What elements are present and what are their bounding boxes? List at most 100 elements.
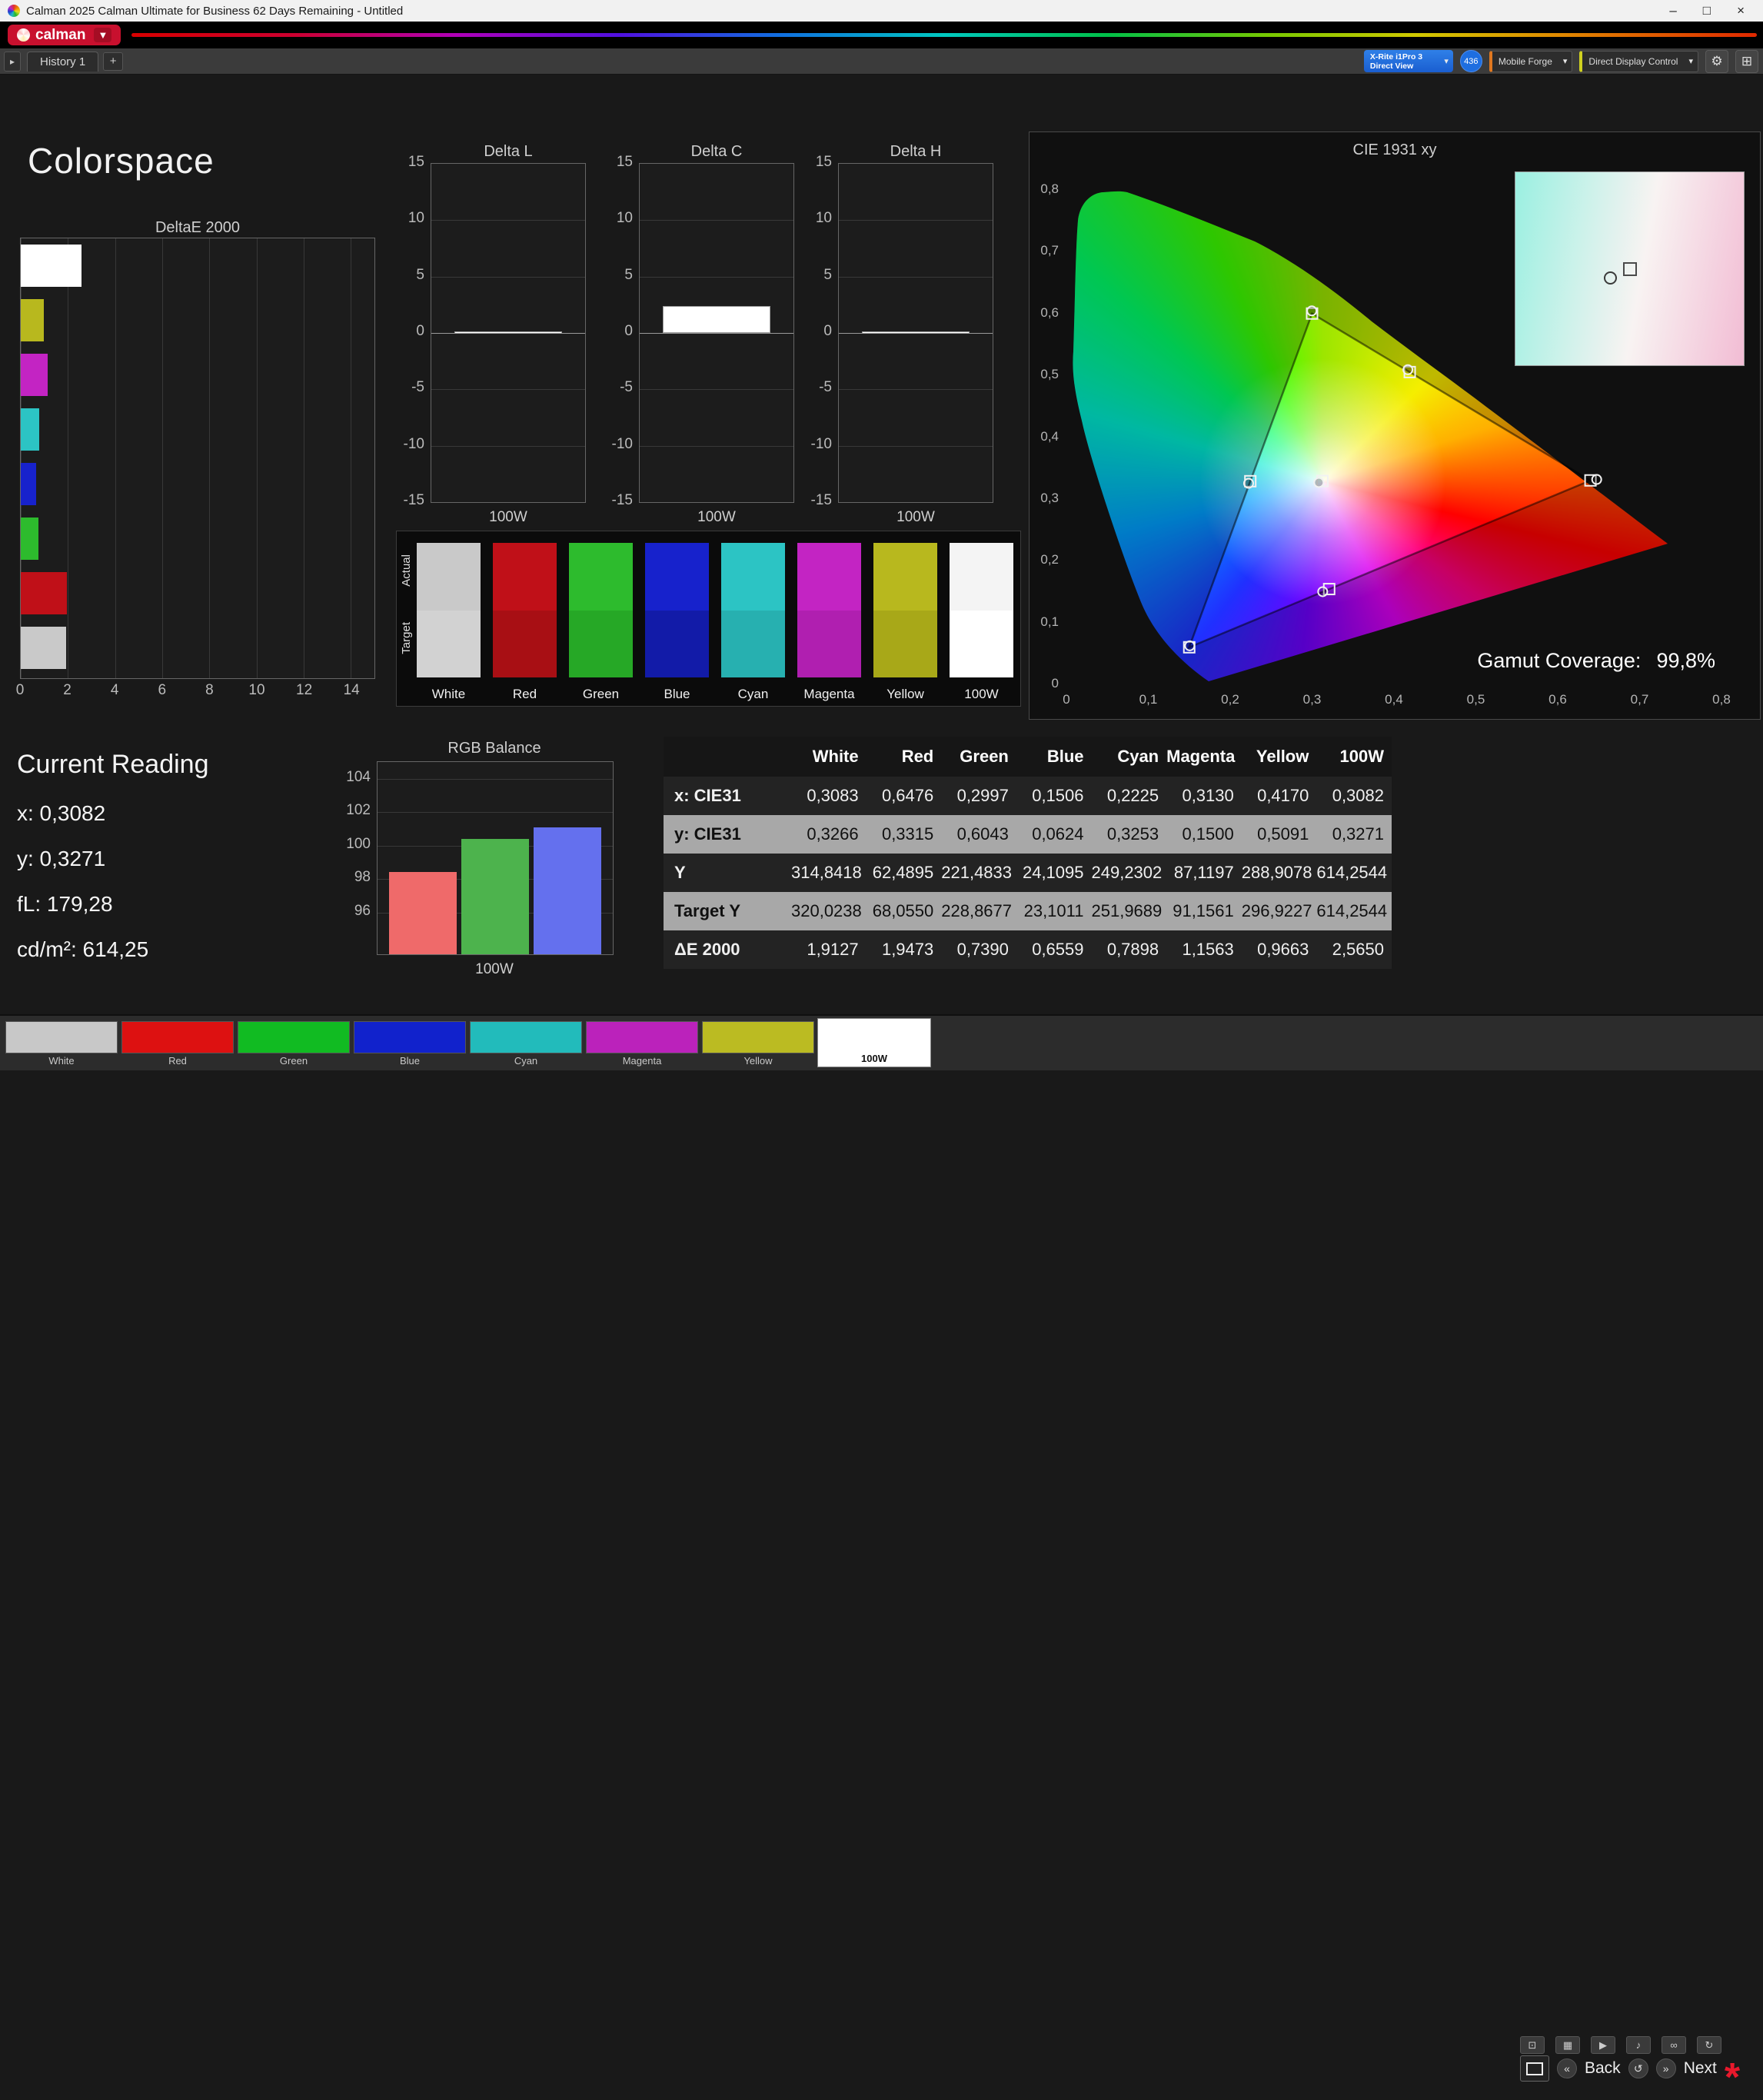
tab-history-1[interactable]: History 1	[27, 51, 99, 72]
pattern-button-100w[interactable]: 100W	[818, 1019, 930, 1067]
axis-tick-label: 4	[110, 682, 119, 698]
refresh-icon[interactable]: ↻	[1697, 2036, 1721, 2054]
meter-button[interactable]: X-Rite i1Pro 3 Direct View ▾	[1363, 50, 1453, 72]
gamut-coverage-label: Gamut Coverage:	[1477, 649, 1642, 672]
logo-dropdown-icon[interactable]: ▼	[94, 28, 112, 42]
axis-tick-label: 0,1	[1040, 614, 1059, 629]
current-reading: Current Reading x: 0,3082 y: 0,3271 fL: 17…	[17, 750, 208, 983]
table-cell: 314,8418	[791, 863, 862, 882]
next-button[interactable]: Next	[1684, 2059, 1717, 2078]
pattern-button-yellow[interactable]: Yellow	[702, 1021, 814, 1069]
gridline	[431, 276, 585, 278]
table-cell: 0,5091	[1257, 824, 1309, 844]
swatch-target	[873, 611, 937, 677]
rgb-bar-green	[461, 839, 529, 954]
pattern-source-button[interactable]: Mobile Forge ▾	[1489, 50, 1573, 72]
swatch-blue: Blue	[645, 543, 709, 702]
axis-tick-label: -15	[810, 492, 832, 508]
pattern-grid-icon[interactable]: ▦	[1555, 2036, 1580, 2054]
audio-icon[interactable]: ♪	[1626, 2036, 1651, 2054]
swatch-label: Cyan	[737, 687, 769, 701]
loop-icon[interactable]: ↺	[1628, 2058, 1648, 2078]
axis-tick-label: -10	[810, 435, 832, 452]
spectrum-strip	[131, 33, 1757, 37]
maximize-button[interactable]: □	[1703, 0, 1711, 22]
pattern-swatch	[121, 1021, 234, 1053]
axis-tick-label: 15	[815, 154, 832, 170]
tab-scroll-button[interactable]: ▸	[4, 51, 21, 72]
swatch-target	[417, 611, 481, 677]
deltae-bar-magenta	[21, 354, 48, 396]
pattern-button-label: 100W	[861, 1053, 887, 1064]
pattern-button-blue[interactable]: Blue	[354, 1021, 466, 1069]
column-header: Yellow	[1241, 737, 1317, 777]
pattern-swatch	[818, 1019, 930, 1051]
measurement-table: White Red Green Blue Cyan Magenta Yellow 100W x…	[664, 737, 1392, 969]
swatch-label: Blue	[664, 687, 690, 701]
forward-icon[interactable]: »	[1655, 2058, 1676, 2078]
axis-tick-label: 0,4	[1385, 692, 1403, 707]
swatch-actual	[417, 543, 481, 611]
actual-row-label: Actual	[400, 554, 413, 587]
pattern-button-cyan[interactable]: Cyan	[470, 1021, 582, 1069]
gridline	[839, 389, 993, 391]
link-icon[interactable]: ∞	[1662, 2036, 1686, 2054]
table-cell: 288,9078	[1241, 863, 1312, 882]
pattern-button-label: White	[48, 1055, 75, 1067]
axis-tick-label: 0,6	[1040, 305, 1059, 320]
display-control-button[interactable]: Direct Display Control ▾	[1579, 50, 1698, 72]
play-icon[interactable]: ▶	[1591, 2036, 1615, 2054]
minimize-button[interactable]: –	[1669, 0, 1676, 22]
pattern-button-green[interactable]: Green	[238, 1021, 350, 1069]
table-cell: 614,2544	[1316, 863, 1388, 882]
calman-logo-button[interactable]: calman ▼	[8, 25, 121, 45]
gridline	[115, 238, 116, 678]
rgb-balance-chart: RGB Balance 104 102 100 98 96 100W	[332, 740, 618, 978]
window-titlebar: Calman 2025 Calman Ultimate for Business…	[0, 0, 1763, 22]
column-header: White	[791, 737, 867, 777]
reading-value: x: 0,3082	[17, 801, 106, 825]
axis-tick-label: 0	[1063, 692, 1070, 707]
chevron-down-icon[interactable]: ▾	[1684, 56, 1698, 66]
axis-tick-label: 0,4	[1040, 428, 1059, 444]
swatch-white: White	[417, 543, 481, 702]
pattern-button-magenta[interactable]: Magenta	[586, 1021, 698, 1069]
gridline	[431, 445, 585, 447]
chevron-down-icon[interactable]: ▾	[1439, 56, 1453, 66]
chevron-down-icon[interactable]: ▾	[1558, 56, 1572, 66]
deltae-bar-white	[21, 627, 66, 669]
axis-tick-label: 10	[616, 210, 633, 227]
y-axis: 15 10 5 0 -5 -10 -15	[790, 154, 838, 508]
back-icon[interactable]: «	[1557, 2058, 1577, 2078]
axis-tick-label: 0,6	[1548, 692, 1567, 707]
table-cell: 0,3266	[807, 824, 859, 844]
layout-grid-icon[interactable]: ⊞	[1735, 49, 1758, 73]
gear-icon[interactable]: ⚙	[1705, 49, 1728, 73]
chart-title: Delta C	[690, 143, 743, 160]
axis-tick-label: 14	[343, 682, 360, 698]
add-tab-button[interactable]: +	[103, 52, 124, 71]
gridline	[640, 276, 793, 278]
axis-tick-label: 6	[158, 682, 167, 698]
table-row: Y 314,8418 62,4895 221,4833 24,1095 249,2302 8…	[664, 854, 1392, 892]
table-cell: 23,1011	[1023, 901, 1084, 920]
display-icon[interactable]: ⊡	[1520, 2036, 1545, 2054]
table-cell: 1,1563	[1182, 940, 1234, 959]
cie-y-axis: 0,8 0,7 0,6 0,5 0,4 0,3 0,2 0,1 0	[1030, 167, 1062, 691]
axis-tick-label: 0	[823, 323, 832, 339]
swatch-actual	[645, 543, 709, 611]
table-cell: 0,4170	[1257, 786, 1309, 805]
pattern-button-white[interactable]: White	[5, 1021, 118, 1069]
table-cell: 1,9473	[881, 940, 934, 959]
y-axis: 15 10 5 0 -5 -10 -15	[591, 154, 639, 508]
swatch-red: Red	[493, 543, 557, 702]
close-button[interactable]: ×	[1737, 0, 1745, 22]
back-button[interactable]: Back	[1585, 2059, 1621, 2078]
pattern-button-red[interactable]: Red	[121, 1021, 234, 1069]
pattern-window-button[interactable]	[1520, 2055, 1549, 2082]
pattern-bar: White Red Green Blue Cyan Magenta Yellow 100W ⊡…	[0, 1014, 1763, 2098]
delta-h-plot	[838, 163, 993, 503]
deltae2000-plot	[20, 238, 375, 679]
table-cell: 68,0550	[872, 901, 934, 920]
column-header: Magenta	[1166, 737, 1242, 777]
